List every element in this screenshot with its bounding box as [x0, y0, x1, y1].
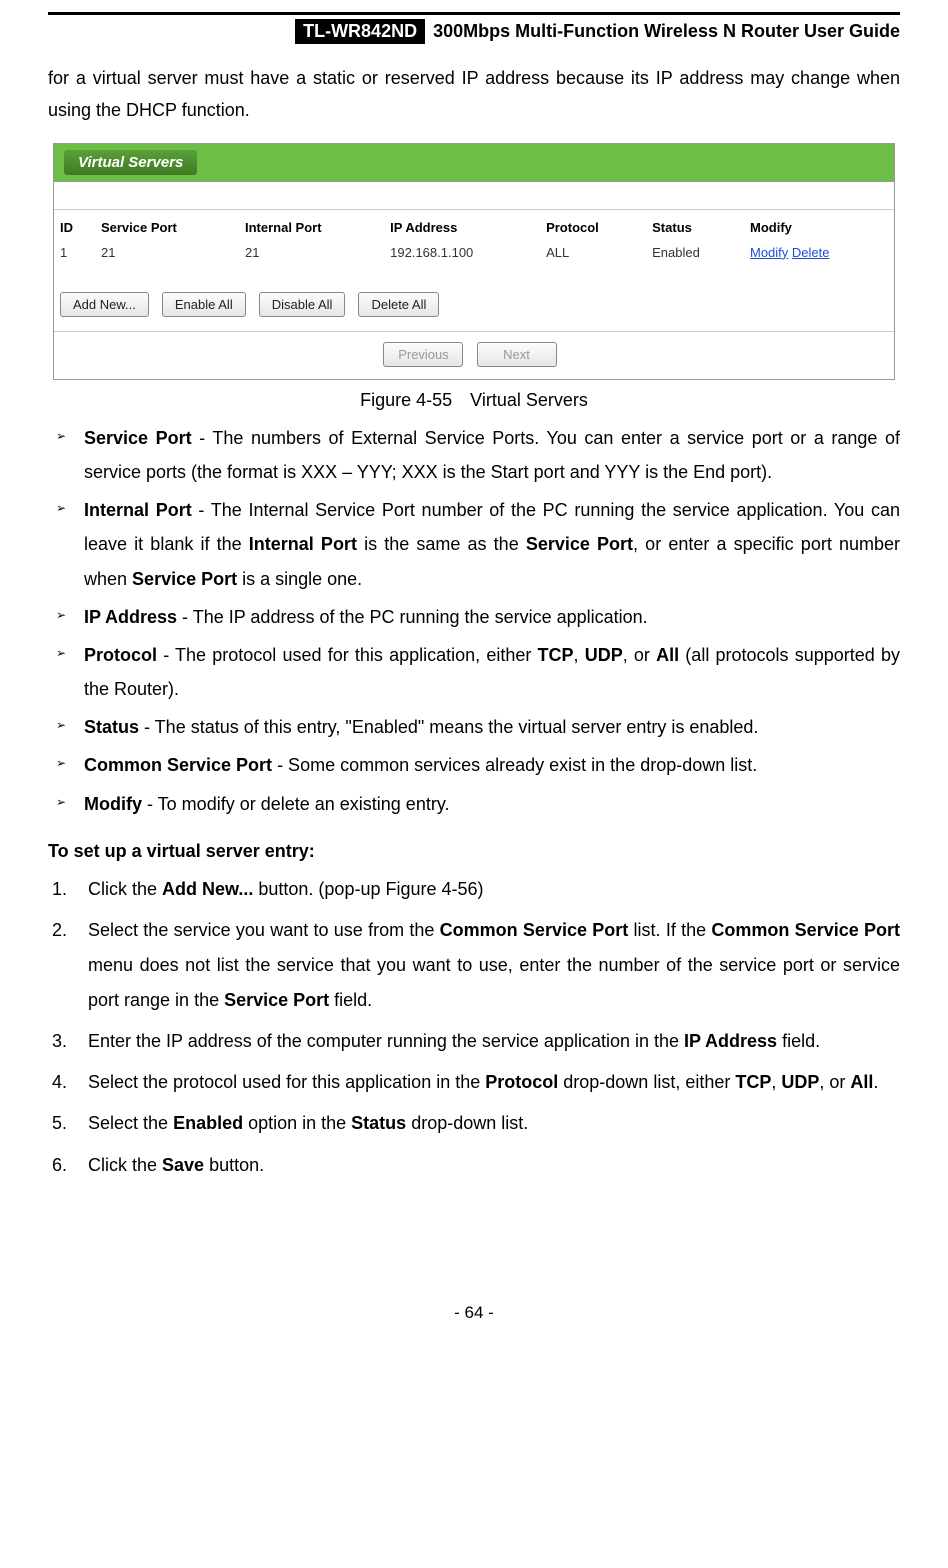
cell-id: 1 [54, 241, 95, 270]
virtual-servers-table: ID Service Port Internal Port IP Address… [54, 210, 894, 270]
col-status: Status [646, 210, 744, 241]
model-badge: TL-WR842ND [295, 19, 425, 44]
term: Status [84, 717, 139, 737]
setup-steps: Click the Add New... button. (pop-up Fig… [48, 872, 900, 1183]
term: Common Service Port [84, 755, 272, 775]
def-text: - The status of this entry, "Enabled" me… [139, 717, 758, 737]
guide-title: 300Mbps Multi-Function Wireless N Router… [433, 21, 900, 42]
cell-protocol: ALL [540, 241, 646, 270]
def-status: Status - The status of this entry, "Enab… [48, 710, 900, 744]
definition-list: Service Port - The numbers of External S… [48, 421, 900, 821]
table-row: 1 21 21 192.168.1.100 ALL Enabled Modify… [54, 241, 894, 270]
setup-heading: To set up a virtual server entry: [48, 841, 900, 862]
def-text: - To modify or delete an existing entry. [142, 794, 450, 814]
step-1: Click the Add New... button. (pop-up Fig… [48, 872, 900, 907]
cell-internal-port: 21 [239, 241, 384, 270]
col-protocol: Protocol [540, 210, 646, 241]
col-service-port: Service Port [95, 210, 239, 241]
intro-paragraph: for a virtual server must have a static … [48, 62, 900, 127]
def-internal-port: Internal Port - The Internal Service Por… [48, 493, 900, 596]
term: Protocol [84, 645, 157, 665]
add-new-button[interactable]: Add New... [60, 292, 149, 317]
step-5: Select the Enabled option in the Status … [48, 1106, 900, 1141]
term: Internal Port [84, 500, 192, 520]
enable-all-button[interactable]: Enable All [162, 292, 246, 317]
page-header: TL-WR842ND 300Mbps Multi-Function Wirele… [48, 12, 900, 44]
pager-row: Previous Next [54, 332, 894, 379]
delete-link[interactable]: Delete [792, 245, 830, 260]
modify-link[interactable]: Modify [750, 245, 788, 260]
step-2: Select the service you want to use from … [48, 913, 900, 1018]
step-4: Select the protocol used for this applic… [48, 1065, 900, 1100]
panel-header: Virtual Servers [54, 144, 894, 182]
action-button-row: Add New... Enable All Disable All Delete… [54, 270, 894, 331]
def-ip-address: IP Address - The IP address of the PC ru… [48, 600, 900, 634]
col-ip-address: IP Address [384, 210, 540, 241]
page-number: - 64 - [48, 1303, 900, 1323]
term: Modify [84, 794, 142, 814]
disable-all-button[interactable]: Disable All [259, 292, 346, 317]
virtual-servers-screenshot: Virtual Servers ID Service Port Internal… [53, 143, 895, 380]
def-protocol: Protocol - The protocol used for this ap… [48, 638, 900, 706]
def-text: - Some common services already exist in … [272, 755, 757, 775]
def-service-port: Service Port - The numbers of External S… [48, 421, 900, 489]
step-3: Enter the IP address of the computer run… [48, 1024, 900, 1059]
step-6: Click the Save button. [48, 1148, 900, 1183]
def-common-service-port: Common Service Port - Some common servic… [48, 748, 900, 782]
next-button[interactable]: Next [477, 342, 557, 367]
col-id: ID [54, 210, 95, 241]
col-modify: Modify [744, 210, 894, 241]
panel-title: Virtual Servers [64, 150, 197, 175]
def-modify: Modify - To modify or delete an existing… [48, 787, 900, 821]
def-text: - The IP address of the PC running the s… [177, 607, 648, 627]
cell-ip: 192.168.1.100 [384, 241, 540, 270]
col-internal-port: Internal Port [239, 210, 384, 241]
table-header-row: ID Service Port Internal Port IP Address… [54, 210, 894, 241]
cell-status: Enabled [646, 241, 744, 270]
def-text: - The numbers of External Service Ports.… [84, 428, 900, 482]
cell-modify: Modify Delete [744, 241, 894, 270]
term: Service Port [84, 428, 192, 448]
previous-button[interactable]: Previous [383, 342, 463, 367]
cell-service-port: 21 [95, 241, 239, 270]
delete-all-button[interactable]: Delete All [358, 292, 439, 317]
term: IP Address [84, 607, 177, 627]
figure-caption: Figure 4-55 Virtual Servers [48, 390, 900, 411]
